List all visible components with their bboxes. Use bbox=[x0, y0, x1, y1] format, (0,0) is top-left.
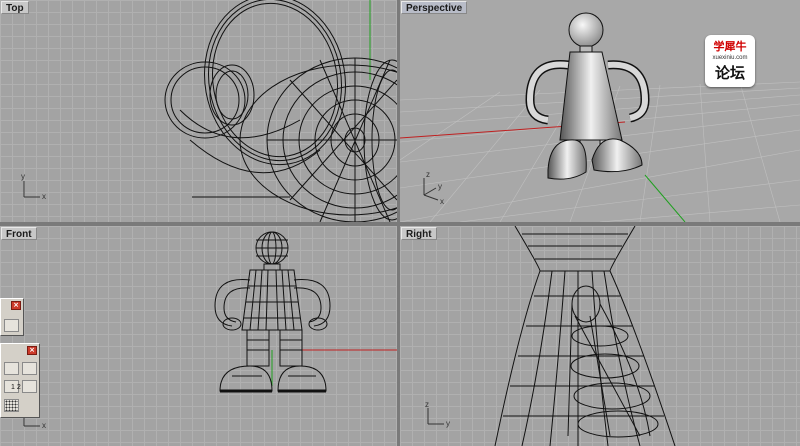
toolbar-page-label: 1 2 bbox=[11, 384, 21, 391]
axis-icon-right bbox=[427, 408, 444, 425]
z-axis-label: z bbox=[425, 400, 429, 409]
watermark-line3: 论坛 bbox=[714, 64, 745, 82]
front-view-wireframe bbox=[23, 231, 397, 427]
close-icon[interactable]: × bbox=[27, 346, 37, 355]
viewport-perspective[interactable]: Perspective z y x 学犀牛 xuexiniu.com 论坛 bbox=[400, 0, 800, 222]
viewport-title-right[interactable]: Right bbox=[401, 227, 437, 240]
floating-toolbar-2[interactable]: × 1 2 bbox=[0, 343, 40, 418]
perspective-view-render bbox=[400, 12, 800, 222]
viewport-top[interactable]: Top y x bbox=[0, 0, 397, 222]
x-axis-label: x bbox=[42, 192, 46, 201]
viewport-title-front[interactable]: Front bbox=[1, 227, 37, 240]
viewport-front[interactable]: Front x × × 1 2 bbox=[0, 226, 397, 446]
x-axis-label: x bbox=[440, 197, 444, 206]
viewport-right[interactable]: Right z y bbox=[400, 226, 800, 446]
z-axis-label: z bbox=[426, 170, 430, 179]
viewport-title-top[interactable]: Top bbox=[1, 1, 29, 14]
x-axis-label: x bbox=[42, 421, 46, 430]
grid-points-icon[interactable] bbox=[4, 399, 19, 412]
axis-icon-perspective bbox=[423, 178, 439, 201]
y-axis-label: y bbox=[438, 182, 442, 191]
right-view-wireframe bbox=[427, 226, 676, 446]
close-icon[interactable]: × bbox=[11, 301, 21, 310]
y-axis-label: y bbox=[446, 419, 450, 428]
viewport-layout-icon[interactable] bbox=[4, 319, 19, 332]
floating-toolbar-1[interactable]: × bbox=[0, 298, 24, 336]
y-axis-label: y bbox=[21, 172, 25, 181]
watermark-logo: 学犀牛 xuexiniu.com 论坛 bbox=[705, 35, 755, 87]
axis-icon-top bbox=[23, 181, 40, 198]
tool-icon-2[interactable] bbox=[22, 362, 37, 375]
tool-icon-1[interactable] bbox=[4, 362, 19, 375]
surface-tool-icon[interactable] bbox=[22, 380, 37, 393]
watermark-line2: xuexiniu.com bbox=[712, 55, 748, 61]
watermark-line1: 学犀牛 bbox=[713, 40, 747, 53]
viewport-title-perspective[interactable]: Perspective bbox=[401, 1, 468, 14]
top-view-wireframe bbox=[23, 0, 397, 222]
